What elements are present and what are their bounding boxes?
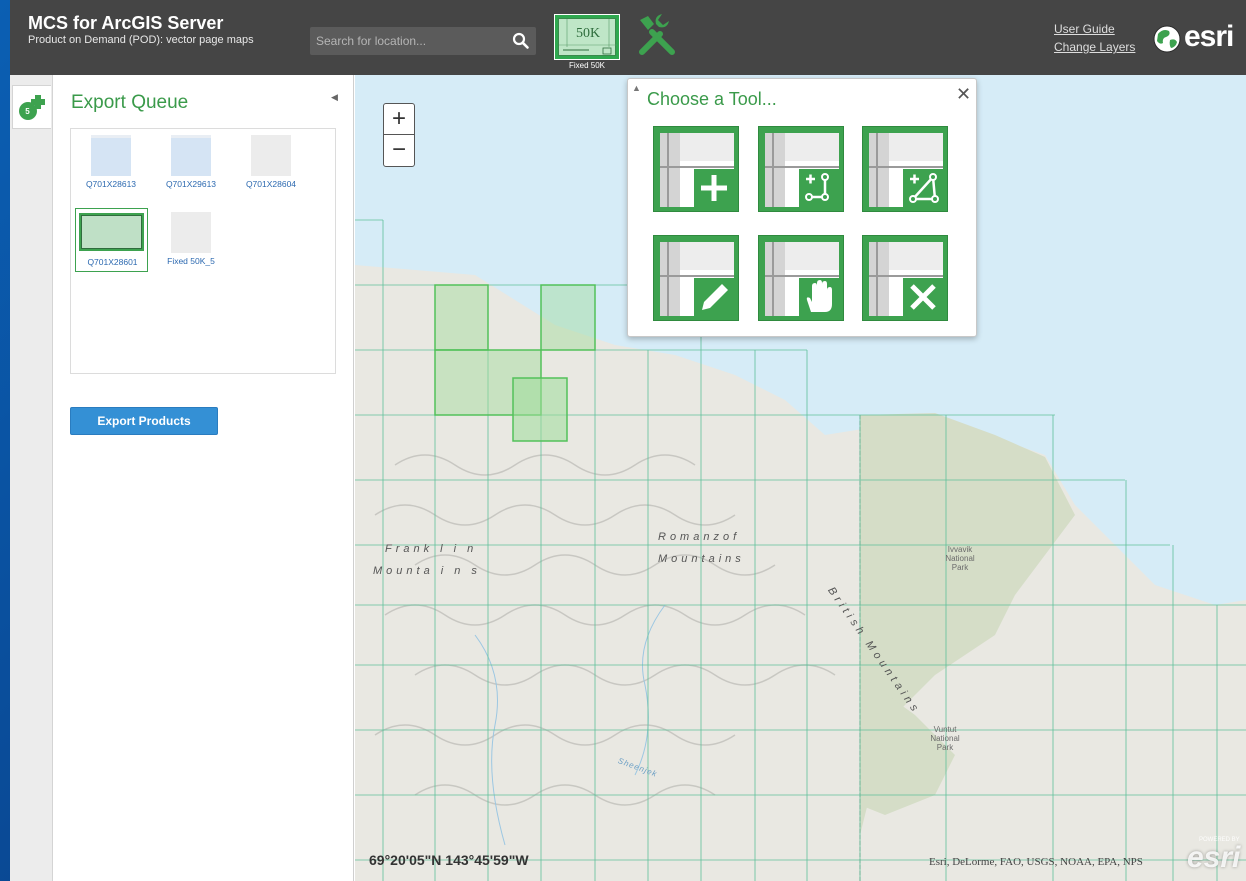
app-title: MCS for ArcGIS Server [28, 13, 224, 33]
map-attribution: Esri, DeLorme, FAO, USGS, NOAA, EPA, NPS [929, 856, 1143, 868]
product-fixed-50k-button[interactable]: 50K [554, 14, 620, 60]
queue-item-label: Q701X28601 [87, 257, 138, 267]
queue-item[interactable]: Q701X29613 [158, 131, 224, 195]
pan-icon [765, 242, 839, 316]
export-queue-tab[interactable]: 5 [12, 85, 51, 129]
map-label: Mountains [658, 553, 745, 565]
pan-tool-button[interactable] [758, 235, 844, 321]
queue-item[interactable]: Q701X28613 [78, 131, 144, 195]
zoom-out-button[interactable]: − [384, 135, 414, 166]
left-rail: 5 [10, 75, 53, 881]
edit-icon [660, 242, 734, 316]
blank-thumbnail [251, 135, 291, 176]
map-label: Romanzof [658, 531, 741, 543]
edit-tile-tool-button[interactable] [653, 235, 739, 321]
panel-title: Export Queue [71, 92, 189, 113]
add-icon [660, 133, 734, 207]
search-icon[interactable] [512, 32, 530, 50]
queue-item[interactable]: Q701X28604 [238, 131, 304, 195]
search-input[interactable] [310, 27, 500, 55]
queue-count-badge: 5 [20, 104, 35, 119]
choose-tool-popup: ▲ Choose a Tool... ✕ [627, 78, 977, 337]
app-window: MCS for ArcGIS Server Product on Demand … [10, 0, 1246, 881]
add-tile-tool-button[interactable] [653, 126, 739, 212]
queue-item-label: Fixed 50K_5 [167, 256, 215, 266]
change-layers-link[interactable]: Change Layers [1054, 40, 1135, 54]
map-thumbnail [91, 135, 131, 176]
queue-item-selected[interactable]: Q701X28601 [75, 208, 148, 272]
add-rectangle-tool-button[interactable] [758, 126, 844, 212]
close-icon[interactable]: ✕ [956, 84, 971, 105]
header-bar: MCS for ArcGIS Server Product on Demand … [10, 0, 1246, 75]
queue-item[interactable]: Fixed 50K_5 [158, 208, 224, 272]
add-polygon-icon [869, 133, 943, 207]
popup-pointer-icon: ▲ [632, 83, 641, 93]
map-label: Frank l i n [385, 543, 478, 555]
park-label: Ivvavik National Park [945, 545, 975, 572]
product-thumbnail: 50K [558, 18, 617, 56]
map-label: Mounta i n s [373, 565, 481, 577]
queue-item-label: Q701X28613 [85, 179, 137, 189]
add-rectangle-icon [765, 133, 839, 207]
user-guide-link[interactable]: User Guide [1054, 22, 1115, 36]
park-label: Vuntut National Park [930, 725, 960, 752]
zoom-in-button[interactable]: + [384, 104, 414, 135]
delete-icon [869, 242, 943, 316]
search-box [310, 27, 536, 55]
zoom-control: + − [383, 103, 415, 167]
add-polygon-tool-button[interactable] [862, 126, 948, 212]
tools-icon[interactable] [634, 12, 680, 58]
product-thumbnail [79, 213, 144, 251]
map-thumbnail [171, 135, 211, 176]
selected-tile[interactable] [512, 377, 568, 442]
esri-logo-text: esri [1184, 20, 1234, 53]
esri-watermark-logo: esri [1187, 841, 1241, 874]
product-tile-text: 50K [576, 26, 600, 41]
export-queue-panel: Export Queue ◀ Q701X28613 Q701X29613 Q70… [53, 75, 354, 881]
product-thumbnail-inner [81, 215, 142, 249]
delete-tile-tool-button[interactable] [862, 235, 948, 321]
collapse-left-icon[interactable]: ◀ [331, 92, 345, 106]
blank-thumbnail [171, 212, 211, 253]
selected-tile[interactable] [540, 284, 596, 351]
export-products-button[interactable]: Export Products [70, 407, 218, 435]
coordinate-readout: 69°20'05"N 143°45'59"W [369, 852, 529, 868]
esri-globe-icon [1152, 24, 1182, 54]
app-subtitle: Product on Demand (POD): vector page map… [28, 34, 254, 46]
queue-item-label: Q701X28604 [245, 179, 297, 189]
product-caption: Fixed 50K [568, 61, 606, 70]
selected-tile[interactable] [434, 284, 489, 351]
queue-list: Q701X28613 Q701X29613 Q701X28604 Q701X28… [70, 128, 336, 374]
queue-item-label: Q701X29613 [165, 179, 217, 189]
popup-title: Choose a Tool... [647, 89, 777, 109]
